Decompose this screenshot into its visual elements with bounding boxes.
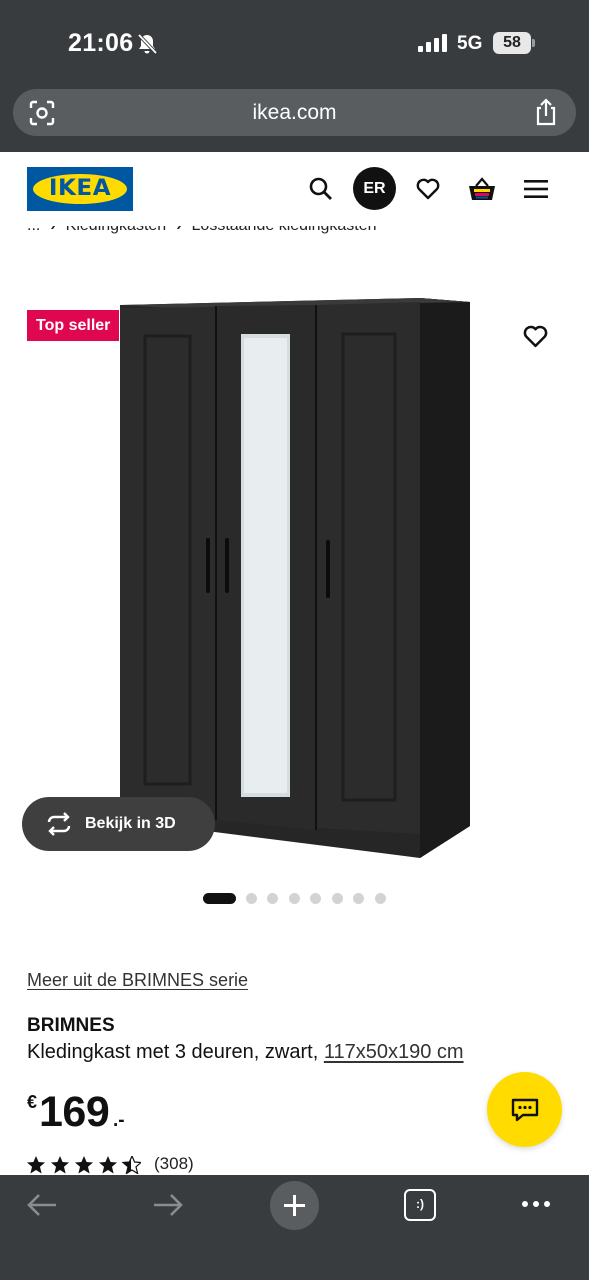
account-avatar[interactable]: ER <box>353 167 396 210</box>
search-icon[interactable] <box>308 176 334 202</box>
carousel-dot-4[interactable] <box>289 893 300 904</box>
share-icon[interactable] <box>534 98 558 126</box>
chevron-right-icon: › <box>176 226 181 235</box>
price-decimals: .- <box>113 1110 125 1131</box>
breadcrumb-ellipsis[interactable]: ... <box>27 226 40 234</box>
battery-level: 58 <box>493 32 531 54</box>
chevron-right-icon: › <box>50 226 55 235</box>
carousel-dot-2[interactable] <box>246 893 257 904</box>
scan-icon[interactable] <box>29 100 55 126</box>
chat-icon <box>511 1098 539 1122</box>
battery-icon: 58 <box>493 32 535 54</box>
carousel-dot-5[interactable] <box>310 893 321 904</box>
image-carousel-dots <box>203 893 403 905</box>
menu-icon[interactable] <box>523 177 549 201</box>
signal-icon <box>418 34 447 52</box>
new-tab-button[interactable] <box>270 1181 319 1230</box>
heart-icon[interactable] <box>415 176 441 202</box>
carousel-dot-6[interactable] <box>332 893 343 904</box>
address-bar[interactable]: ikea.com <box>13 89 576 136</box>
chat-button[interactable] <box>487 1072 562 1147</box>
ikea-logo[interactable]: IKEA <box>27 167 133 211</box>
status-bar: 21:06 5G 58 ikea.com <box>0 0 589 152</box>
product-description: Kledingkast met 3 deuren, zwart, 117x50x… <box>27 1041 464 1064</box>
more-icon[interactable] <box>520 1199 552 1209</box>
favorite-heart-icon[interactable] <box>522 323 549 350</box>
breadcrumb: ... › Kledingkasten › Losstaande kledingkast… <box>27 226 587 248</box>
status-time: 21:06 <box>68 29 134 57</box>
view-in-3d-label: Bekijk in 3D <box>85 815 176 832</box>
basket-icon[interactable] <box>467 174 497 204</box>
rating-stars-icon <box>27 1156 141 1174</box>
tabs-icon[interactable]: :) <box>404 1189 436 1221</box>
back-arrow-icon[interactable] <box>26 1191 58 1219</box>
bell-muted-icon <box>137 33 158 55</box>
price-amount: 169 <box>39 1088 110 1136</box>
product-description-text: Kledingkast met 3 deuren, zwart, <box>27 1041 319 1063</box>
carousel-dot-1[interactable] <box>203 893 236 904</box>
rating-count: (308) <box>154 1154 194 1173</box>
browser-toolbar: :) <box>0 1175 589 1280</box>
carousel-dot-3[interactable] <box>267 893 278 904</box>
series-link[interactable]: Meer uit de BRIMNES serie <box>27 970 248 991</box>
url-text[interactable]: ikea.com <box>13 89 576 136</box>
forward-arrow-icon[interactable] <box>152 1191 184 1219</box>
site-header: IKEA ER <box>0 152 589 226</box>
carousel-dot-8[interactable] <box>375 893 386 904</box>
breadcrumb-item-losstaande[interactable]: Losstaande kledingkasten <box>192 226 377 234</box>
product-name: BRIMNES <box>27 1015 115 1036</box>
ikea-logo-text: IKEA <box>48 176 112 201</box>
plus-icon <box>284 1195 305 1216</box>
product-image-wardrobe[interactable] <box>0 260 589 880</box>
carousel-dot-7[interactable] <box>353 893 364 904</box>
network-type: 5G <box>457 33 483 54</box>
top-seller-badge: Top seller <box>27 310 120 341</box>
price-currency: € <box>27 1092 38 1112</box>
product-size-link[interactable]: 117x50x190 cm <box>324 1041 464 1063</box>
rotate-3d-icon <box>47 812 71 836</box>
view-in-3d-button[interactable]: Bekijk in 3D <box>22 797 215 851</box>
breadcrumb-item-kledingkasten[interactable]: Kledingkasten <box>66 226 167 234</box>
product-rating[interactable]: (308) <box>27 1154 227 1176</box>
